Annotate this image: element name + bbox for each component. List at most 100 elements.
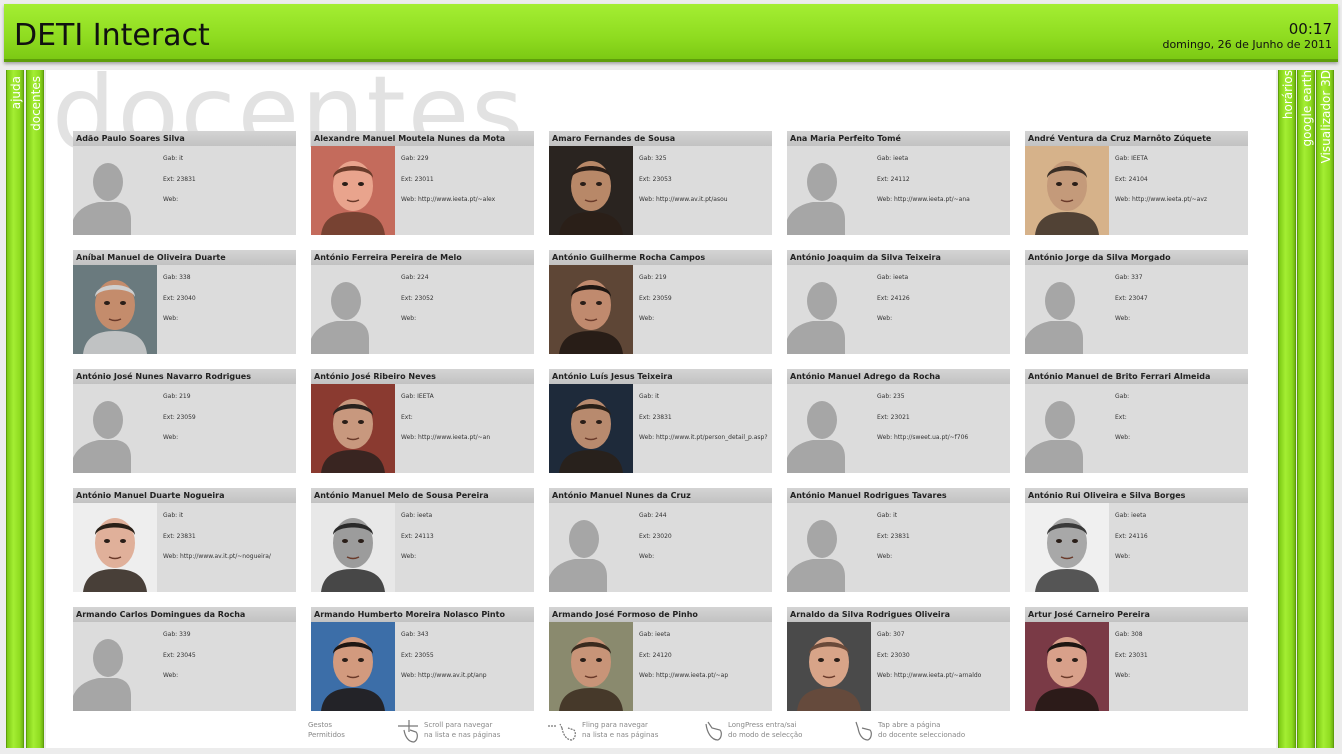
teacher-photo-frame [549,503,633,592]
teacher-list-panel[interactable]: docentes Adão Paulo Soares Silva Gab: it E… [46,70,1276,748]
gesture-fling-line1: Fling para navegar [582,721,648,729]
teacher-card[interactable]: António Manuel Nunes da Cruz Gab: 244 Ext:… [549,488,772,592]
teacher-website-value[interactable]: http://www.it.pt/person_detail_p.asp? [656,434,768,441]
avatar-placeholder-icon [549,503,633,592]
teacher-website-label: Web: [639,434,655,441]
teacher-details: Gab: it Ext: 23831 Web: [877,506,1010,568]
teacher-details: Gab: 224 Ext: 23052 Web: [401,268,534,330]
avatar-placeholder-icon [787,146,871,235]
teacher-card[interactable]: Armando Humberto Moreira Nolasco Pinto Ga… [311,607,534,711]
teacher-extension-value: 24104 [1128,175,1148,183]
teacher-website-label: Web: [163,434,179,441]
scroll-gesture-icon [398,720,418,743]
teacher-card[interactable]: António Manuel Duarte Nogueira Gab: it Ext… [73,488,296,592]
teacher-card[interactable]: António Luís Jesus Teixeira Gab: it Ext: 2… [549,369,772,473]
teacher-office-value: 337 [1131,274,1143,281]
teacher-card[interactable]: António Manuel de Brito Ferrari Almeida G… [1025,369,1248,473]
teacher-card[interactable]: Armando Carlos Domingues da Rocha Gab: 33… [73,607,296,711]
teacher-website-label: Web: [1115,434,1131,441]
teacher-website-label: Web: [877,315,893,322]
teacher-office-label: Gab: [163,274,178,281]
tab-ajuda-label: ajuda [9,76,23,110]
teacher-card[interactable]: António Ferreira Pereira de Melo Gab: 224… [311,250,534,354]
tab-horarios[interactable]: horários [1278,70,1296,748]
teacher-office-label: Gab: [1115,393,1130,400]
teacher-name: António Guilherme Rocha Campos [549,250,772,265]
teacher-extension-value: 23047 [1128,294,1148,302]
teacher-website-value[interactable]: http://www.av.it.pt/~nogueira/ [180,553,271,560]
teacher-extension-label: Ext: [163,532,175,540]
teacher-office-label: Gab: [163,512,178,519]
teacher-website-label: Web: [639,553,655,560]
teacher-office-value: ieeta [893,274,909,281]
teacher-website-row: Web: http://www.it.pt/person_detail_p.as… [639,428,772,449]
teacher-photo-frame [73,503,157,592]
teacher-website-value[interactable]: http://www.ieeta.pt/~an [418,434,490,441]
teacher-photo-frame [1025,503,1109,592]
teacher-office-row: Gab: 229 [401,149,534,170]
teacher-card[interactable]: Aníbal Manuel de Oliveira Duarte Gab: 338… [73,250,296,354]
tab-google-earth[interactable]: google earth [1297,70,1315,748]
teacher-extension-row: Ext: [401,408,534,429]
teacher-website-value[interactable]: http://www.av.it.pt/asou [656,196,728,203]
teacher-details: Gab: 337 Ext: 23047 Web: [1115,268,1248,330]
teacher-card[interactable]: Ana Maria Perfeito Tomé Gab: ieeta Ext: 24… [787,131,1010,235]
tab-visualizador-3d[interactable]: Visualizador 3D [1316,70,1334,748]
teacher-website-value[interactable]: http://www.ieeta.pt/~ana [894,196,970,203]
teacher-card[interactable]: António José Ribeiro Neves Gab: IEETA Ext:… [311,369,534,473]
teacher-website-value[interactable]: http://www.ieeta.pt/~avz [1132,196,1207,203]
teacher-website-row: Web: [1115,666,1248,687]
teacher-office-row: Gab: it [639,387,772,408]
teacher-photo-frame [73,384,157,473]
teacher-card[interactable]: António Manuel Adrego da Rocha Gab: 235 Ex… [787,369,1010,473]
teacher-website-label: Web: [1115,196,1131,203]
teacher-website-row: Web: http://www.av.it.pt/~nogueira/ [163,547,296,568]
teacher-website-value[interactable]: http://www.ieeta.pt/~arnaldo [894,672,981,679]
teacher-photo-frame [787,146,871,235]
teacher-card[interactable]: Alexandre Manuel Moutela Nunes da Mota Ga… [311,131,534,235]
app-title: DETI Interact [14,18,210,53]
teacher-office-row: Gab: IEETA [401,387,534,408]
tab-docentes[interactable]: docentes [26,70,44,748]
teacher-extension-value: 23055 [414,651,434,659]
teacher-website-value[interactable]: http://www.ieeta.pt/~ap [656,672,728,679]
teacher-card[interactable]: António Rui Oliveira e Silva Borges Gab: … [1025,488,1248,592]
teacher-website-label: Web: [163,315,179,322]
teacher-extension-row: Ext: 23030 [877,646,1010,667]
teacher-office-row: Gab: it [163,149,296,170]
teacher-website-value[interactable]: http://sweet.ua.pt/~f706 [894,434,968,441]
teacher-office-row: Gab: it [163,506,296,527]
teacher-card[interactable]: António Manuel Melo de Sousa Pereira Gab:… [311,488,534,592]
teacher-card[interactable]: Adão Paulo Soares Silva Gab: it Ext: 23831… [73,131,296,235]
avatar-placeholder-icon [73,146,157,235]
teacher-photo-frame [1025,384,1109,473]
teacher-office-label: Gab: [401,393,416,400]
teacher-card[interactable]: Artur José Carneiro Pereira Gab: 308 Ext: … [1025,607,1248,711]
gestures-title-line2: Permitidos [308,731,345,739]
teacher-extension-label: Ext: [1115,294,1127,302]
teacher-card[interactable]: António Jorge da Silva Morgado Gab: 337 Ex… [1025,250,1248,354]
teacher-extension-value: 23831 [652,413,672,421]
teacher-card[interactable]: António Guilherme Rocha Campos Gab: 219 Ex… [549,250,772,354]
teacher-photo-frame [787,384,871,473]
teacher-card[interactable]: André Ventura da Cruz Marnôto Zúquete Gab… [1025,131,1248,235]
teacher-office-label: Gab: [877,274,892,281]
teacher-extension-label: Ext: [163,413,175,421]
teacher-photo-frame [549,384,633,473]
teacher-office-row: Gab: [1115,387,1248,408]
teacher-card[interactable]: António Joaquim da Silva Teixeira Gab: ie… [787,250,1010,354]
teacher-card[interactable]: Arnaldo da Silva Rodrigues Oliveira Gab: … [787,607,1010,711]
teacher-extension-value: 23059 [652,294,672,302]
teacher-card[interactable]: Armando José Formoso de Pinho Gab: ieeta E… [549,607,772,711]
tab-ajuda[interactable]: ajuda [6,70,24,748]
teacher-grid[interactable]: Adão Paulo Soares Silva Gab: it Ext: 23831… [73,131,1248,711]
teacher-office-value: ieeta [655,631,671,638]
teacher-photo [73,265,157,354]
teacher-website-row: Web: [163,428,296,449]
teacher-office-row: Gab: 219 [163,387,296,408]
teacher-website-value[interactable]: http://www.ieeta.pt/~alex [418,196,495,203]
teacher-card[interactable]: António Manuel Rodrigues Tavares Gab: it E… [787,488,1010,592]
teacher-card[interactable]: Amaro Fernandes de Sousa Gab: 325 Ext: 230… [549,131,772,235]
teacher-website-value[interactable]: http://www.av.it.pt/anp [418,672,487,679]
teacher-card[interactable]: António José Nunes Navarro Rodrigues Gab:… [73,369,296,473]
